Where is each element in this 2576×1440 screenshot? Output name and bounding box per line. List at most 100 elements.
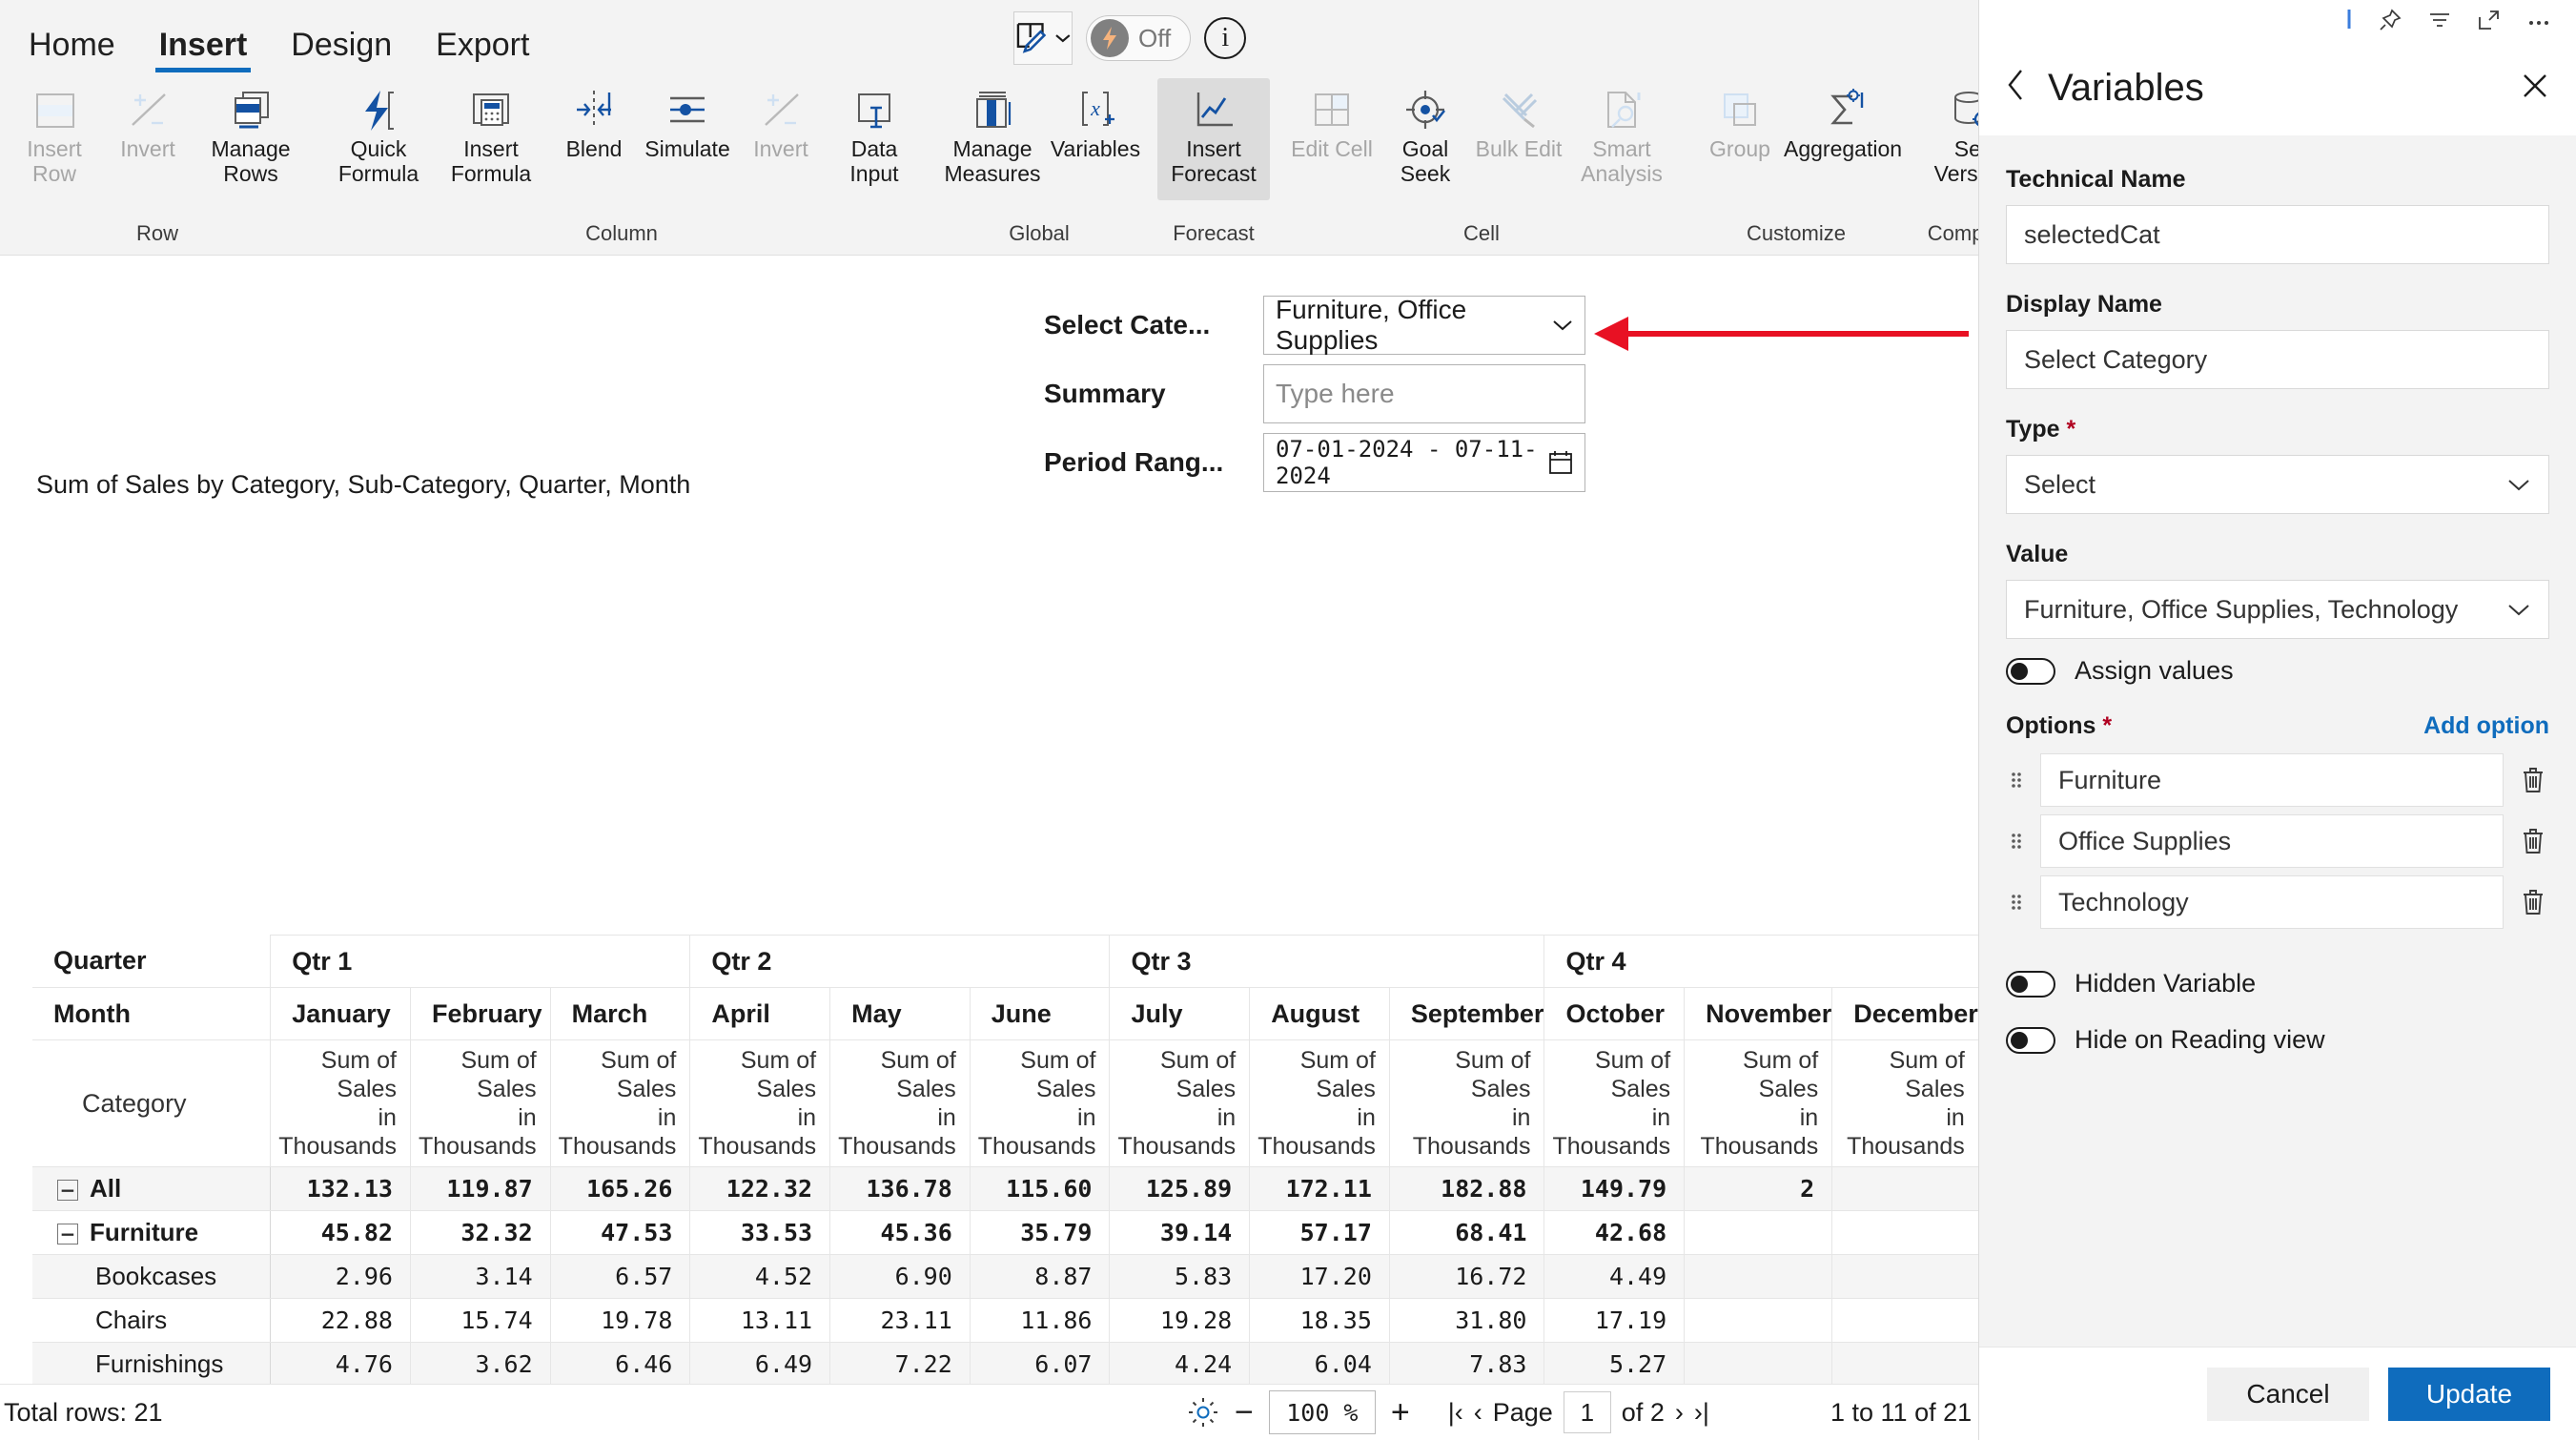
- table-cell[interactable]: 57.17: [1249, 1210, 1390, 1255]
- forecast-mode-toggle[interactable]: Off: [1086, 15, 1192, 61]
- table-cell[interactable]: 17.19: [1544, 1298, 1686, 1343]
- table-cell[interactable]: 3.14: [409, 1254, 551, 1299]
- ribbon-button-simulate[interactable]: Simulate: [641, 78, 734, 200]
- ribbon-button-blend[interactable]: Blend: [547, 78, 641, 200]
- table-cell[interactable]: 4.24: [1109, 1342, 1251, 1387]
- ribbon-button-manage-measures[interactable]: Manage Measures: [936, 78, 1049, 200]
- drag-handle-icon[interactable]: [2006, 890, 2027, 915]
- table-cell[interactable]: 125.89: [1109, 1166, 1251, 1211]
- table-cell[interactable]: 35.79: [969, 1210, 1111, 1255]
- table-cell[interactable]: 45.82: [270, 1210, 411, 1255]
- assign-values-toggle[interactable]: [2006, 657, 2055, 685]
- panel-back-button[interactable]: [2006, 68, 2048, 109]
- table-cell[interactable]: [1831, 1166, 1978, 1211]
- drag-handle-icon[interactable]: [2006, 768, 2027, 792]
- drag-handle-icon[interactable]: [2006, 829, 2027, 854]
- filter-icon[interactable]: [2427, 8, 2452, 32]
- table-cell[interactable]: 172.11: [1249, 1166, 1390, 1211]
- pen-edit-button[interactable]: [1013, 11, 1073, 65]
- table-cell[interactable]: 17.20: [1249, 1254, 1390, 1299]
- select-category-dropdown[interactable]: Furniture, Office Supplies: [1263, 295, 1585, 355]
- info-icon[interactable]: [2345, 8, 2353, 32]
- table-cell[interactable]: 5.83: [1109, 1254, 1251, 1299]
- table-cell[interactable]: 119.87: [409, 1166, 551, 1211]
- table-cell[interactable]: 8.87: [969, 1254, 1111, 1299]
- option-input[interactable]: Furniture: [2040, 753, 2504, 807]
- ribbon-button-insert-forecast[interactable]: Insert Forecast: [1157, 78, 1270, 200]
- ribbon-tab-design[interactable]: Design: [285, 29, 398, 72]
- table-cell[interactable]: 15.74: [409, 1298, 551, 1343]
- zoom-out-button[interactable]: −: [1235, 1396, 1254, 1429]
- pivot-table-container[interactable]: Quarter Qtr 1 Qtr 2 Qtr 3 Qtr 4 Month January…: [32, 935, 1978, 1440]
- cancel-button[interactable]: Cancel: [2207, 1367, 2369, 1421]
- info-button[interactable]: i: [1204, 17, 1247, 59]
- ribbon-tab-export[interactable]: Export: [430, 29, 535, 72]
- delete-option-icon[interactable]: [2517, 766, 2549, 794]
- ribbon-tab-insert[interactable]: Insert: [153, 29, 254, 72]
- delete-option-icon[interactable]: [2517, 827, 2549, 855]
- more-icon[interactable]: [2526, 8, 2551, 32]
- table-cell[interactable]: 6.57: [549, 1254, 691, 1299]
- table-cell[interactable]: 31.80: [1388, 1298, 1545, 1343]
- ribbon-tab-home[interactable]: Home: [23, 29, 121, 72]
- ribbon-button-quick-formula[interactable]: Quick Formula: [322, 78, 435, 200]
- table-cell[interactable]: 47.53: [549, 1210, 691, 1255]
- collapse-expander-icon[interactable]: −: [57, 1180, 78, 1202]
- next-page-button[interactable]: ›: [1675, 1398, 1684, 1428]
- panel-close-button[interactable]: [2521, 69, 2549, 107]
- table-cell[interactable]: 23.11: [829, 1298, 971, 1343]
- zoom-level-field[interactable]: 100 %: [1268, 1390, 1376, 1434]
- table-cell[interactable]: [1831, 1254, 1978, 1299]
- table-cell[interactable]: 42.68: [1544, 1210, 1686, 1255]
- table-cell[interactable]: 149.79: [1544, 1166, 1686, 1211]
- prev-page-button[interactable]: ‹: [1474, 1398, 1482, 1428]
- table-cell[interactable]: [1831, 1298, 1978, 1343]
- table-row[interactable]: Chairs 22.88 15.74 19.78 13.11 23.11 11.86 19.2…: [32, 1298, 1978, 1343]
- hidden-variable-toggle[interactable]: [2006, 970, 2055, 998]
- table-cell[interactable]: 11.86: [969, 1298, 1111, 1343]
- ribbon-button-goal-seek[interactable]: Goal Seek: [1379, 78, 1472, 200]
- table-cell[interactable]: 16.72: [1388, 1254, 1545, 1299]
- table-cell[interactable]: 132.13: [270, 1166, 411, 1211]
- ribbon-button-data-input[interactable]: Data Input: [828, 78, 921, 200]
- table-cell[interactable]: 39.14: [1109, 1210, 1251, 1255]
- table-cell[interactable]: 6.04: [1249, 1342, 1390, 1387]
- table-cell[interactable]: 45.36: [829, 1210, 971, 1255]
- table-cell[interactable]: 165.26: [549, 1166, 691, 1211]
- table-cell[interactable]: [1684, 1254, 1833, 1299]
- ribbon-button-variables[interactable]: x Variables: [1049, 78, 1142, 200]
- table-cell[interactable]: 68.41: [1388, 1210, 1545, 1255]
- table-cell[interactable]: 3.62: [409, 1342, 551, 1387]
- table-cell[interactable]: 13.11: [689, 1298, 831, 1343]
- table-cell[interactable]: 2: [1684, 1166, 1833, 1211]
- collapse-expander-icon[interactable]: −: [57, 1224, 78, 1245]
- table-cell[interactable]: 19.28: [1109, 1298, 1251, 1343]
- table-cell[interactable]: 19.78: [549, 1298, 691, 1343]
- first-page-button[interactable]: |‹: [1448, 1398, 1463, 1428]
- ribbon-button-aggregation[interactable]: Aggregation: [1784, 78, 1902, 200]
- display-name-input[interactable]: Select Category: [2006, 330, 2549, 389]
- table-cell[interactable]: 4.49: [1544, 1254, 1686, 1299]
- summary-input[interactable]: Type here: [1263, 364, 1585, 423]
- update-button[interactable]: Update: [2388, 1367, 2550, 1421]
- table-cell[interactable]: 7.22: [829, 1342, 971, 1387]
- last-page-button[interactable]: ›|: [1694, 1398, 1709, 1428]
- table-cell[interactable]: 6.46: [549, 1342, 691, 1387]
- table-cell[interactable]: 182.88: [1388, 1166, 1545, 1211]
- table-row[interactable]: Furnishings 4.76 3.62 6.46 6.49 7.22 6.07 4.24 6…: [32, 1342, 1978, 1387]
- add-option-link[interactable]: Add option: [2423, 712, 2549, 740]
- option-input[interactable]: Office Supplies: [2040, 814, 2504, 868]
- table-cell[interactable]: [1684, 1342, 1833, 1387]
- table-cell[interactable]: 2.96: [270, 1254, 411, 1299]
- option-input[interactable]: Technology: [2040, 875, 2504, 929]
- zoom-in-button[interactable]: +: [1391, 1396, 1410, 1429]
- table-cell[interactable]: 6.90: [829, 1254, 971, 1299]
- table-cell[interactable]: 4.52: [689, 1254, 831, 1299]
- ribbon-button-insert-formula[interactable]: Insert Formula: [435, 78, 547, 200]
- table-cell[interactable]: 18.35: [1249, 1298, 1390, 1343]
- table-cell[interactable]: 6.07: [969, 1342, 1111, 1387]
- period-range-picker[interactable]: 07-01-2024 - 07-11-2024: [1263, 433, 1585, 492]
- table-cell[interactable]: 115.60: [969, 1166, 1111, 1211]
- table-cell[interactable]: [1831, 1210, 1978, 1255]
- table-cell[interactable]: 122.32: [689, 1166, 831, 1211]
